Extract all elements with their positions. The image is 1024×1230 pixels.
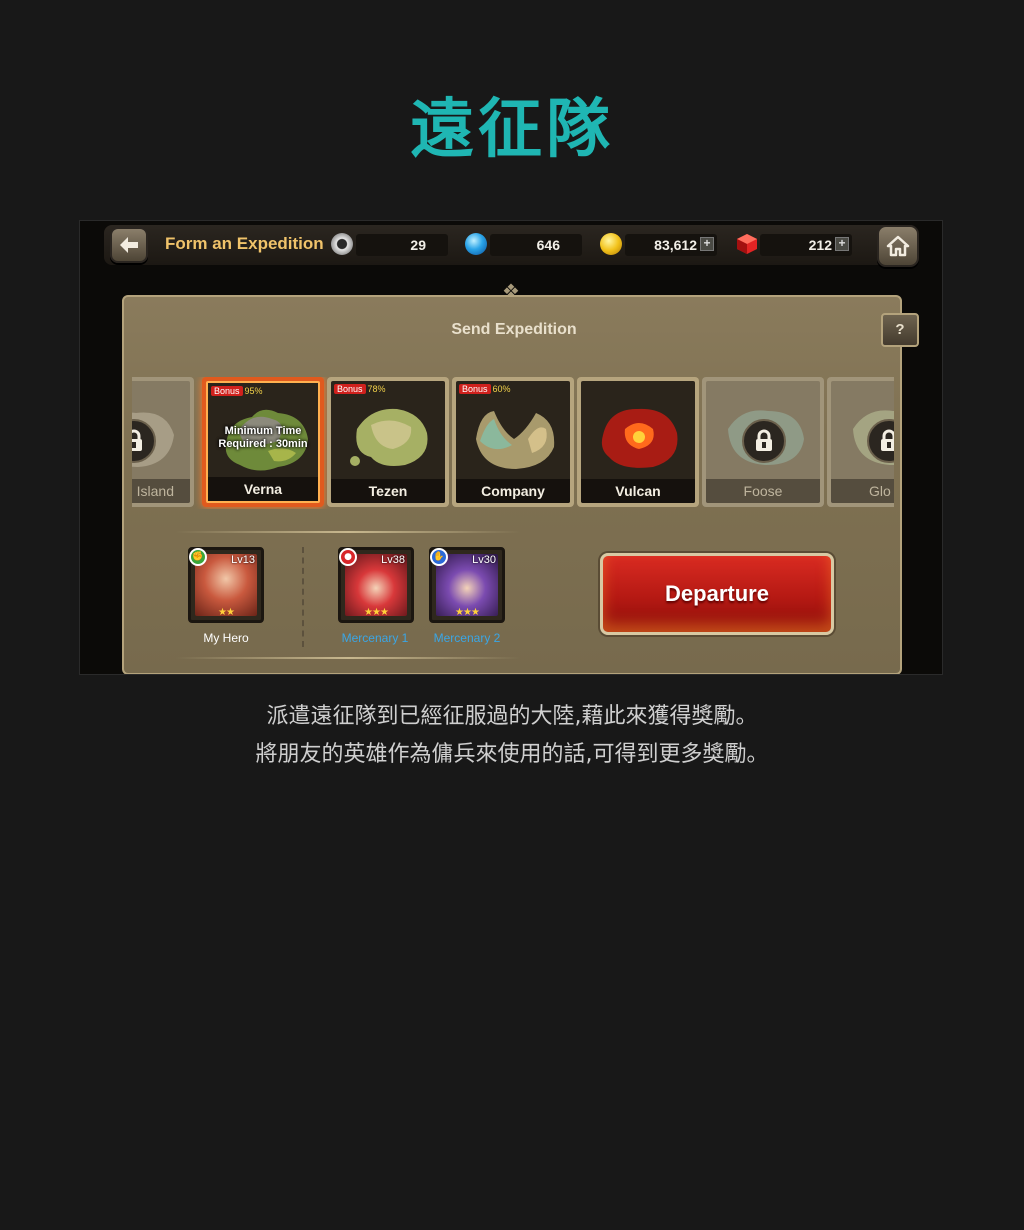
bonus-percent: 78% (367, 384, 386, 394)
scissors-class-icon: ✋ (430, 548, 448, 566)
map-card-company[interactable]: Bonus 60% Company (452, 377, 574, 507)
mercenary-1-label: Mercenary 1 (341, 631, 409, 645)
help-button[interactable]: ? (881, 313, 919, 347)
mercenary-2-level: Lv30 (472, 554, 496, 566)
lock-icon (742, 419, 786, 463)
bonus-tag: Bonus (334, 384, 366, 394)
mercenary-2-stars: ★★★ (455, 607, 480, 618)
page-title: 遠征隊 (410, 93, 614, 167)
silver-ring-icon (331, 233, 353, 255)
map-name-verna: Verna (208, 477, 318, 501)
map-name-tezen: Tezen (331, 479, 445, 503)
map-card-foose[interactable]: Foose (702, 377, 824, 507)
blue-orb-icon (465, 233, 487, 255)
mercenary-2-slot[interactable]: ✋ Lv30 ★★★ (429, 547, 505, 623)
mercenary-1-slot[interactable]: ● Lv38 ★★★ (338, 547, 414, 623)
mercenary-1-stars: ★★★ (364, 607, 389, 618)
mercenary-2-label: Mercenary 2 (433, 631, 501, 645)
company-terrain-icon (476, 411, 555, 469)
bonus-percent: 60% (492, 384, 511, 394)
bonus-badge: Bonus 95% (211, 386, 263, 396)
map-name-vulcan: Vulcan (581, 479, 695, 503)
expedition-panel: Send Expedition Island Bonus 95% Minimum… (122, 295, 902, 674)
map-card-vulcan[interactable]: Vulcan (577, 377, 699, 507)
bonus-badge: Bonus 78% (334, 384, 386, 394)
minimum-time-text: Minimum Time Required : 30min (208, 425, 318, 451)
map-card-island[interactable]: Island (132, 377, 194, 507)
hero-level: Lv13 (231, 554, 255, 566)
team-top-line (176, 531, 520, 533)
map-list[interactable]: Island Bonus 95% Minimum Time Required : … (132, 377, 894, 509)
tezen-terrain-icon (350, 408, 428, 466)
departure-button[interactable]: Departure (600, 553, 834, 635)
add-gem-button[interactable]: + (835, 237, 849, 251)
bonus-tag: Bonus (459, 384, 491, 394)
resource-silver-value: 29 (356, 234, 448, 256)
game-screenshot: Form an Expedition 29 646 83,612 + 212 +… (79, 220, 943, 675)
map-name-company: Company (456, 479, 570, 503)
map-name-glo: Glo (831, 479, 894, 503)
home-button[interactable] (877, 225, 919, 267)
add-gold-button[interactable]: + (700, 237, 714, 251)
my-hero-slot[interactable]: ✊ Lv13 ★★ (188, 547, 264, 623)
bonus-percent: 95% (244, 386, 263, 396)
hero-stars: ★★ (218, 607, 235, 618)
bonus-tag: Bonus (211, 386, 243, 396)
panel-title: Send Expedition (451, 321, 577, 338)
map-name-foose: Foose (706, 479, 820, 503)
back-arrow-icon (120, 237, 138, 253)
back-button[interactable] (110, 227, 148, 263)
red-gem-icon (736, 233, 758, 255)
paper-class-icon: ● (339, 548, 357, 566)
my-hero-label: My Hero (203, 631, 249, 645)
map-card-verna[interactable]: Bonus 95% Minimum Time Required : 30min V… (202, 377, 324, 507)
min-time-line-2: Required : 30min (218, 438, 308, 450)
team-divider (302, 547, 304, 647)
screen-title: Form an Expedition (165, 234, 324, 253)
min-time-line-1: Minimum Time (224, 425, 302, 437)
home-icon (886, 235, 910, 257)
mercenary-1-level: Lv38 (381, 554, 405, 566)
map-name-island: Island (132, 479, 190, 503)
rock-class-icon: ✊ (189, 548, 207, 566)
resource-orb-value: 646 (490, 234, 582, 256)
gold-coin-icon (600, 233, 622, 255)
map-card-tezen[interactable]: Bonus 78% Tezen (327, 377, 449, 507)
vulcan-terrain-icon (601, 408, 678, 468)
bonus-badge: Bonus 60% (459, 384, 511, 394)
map-card-glo[interactable]: Glo (827, 377, 894, 507)
caption-line-2: 將朋友的英雄作為傭兵來使用的話,可得到更多獎勵。 (255, 742, 769, 767)
caption-line-1: 派遣遠征隊到已經征服過的大陸,藉此來獲得獎勵。 (266, 704, 758, 729)
team-bottom-line (176, 657, 520, 659)
